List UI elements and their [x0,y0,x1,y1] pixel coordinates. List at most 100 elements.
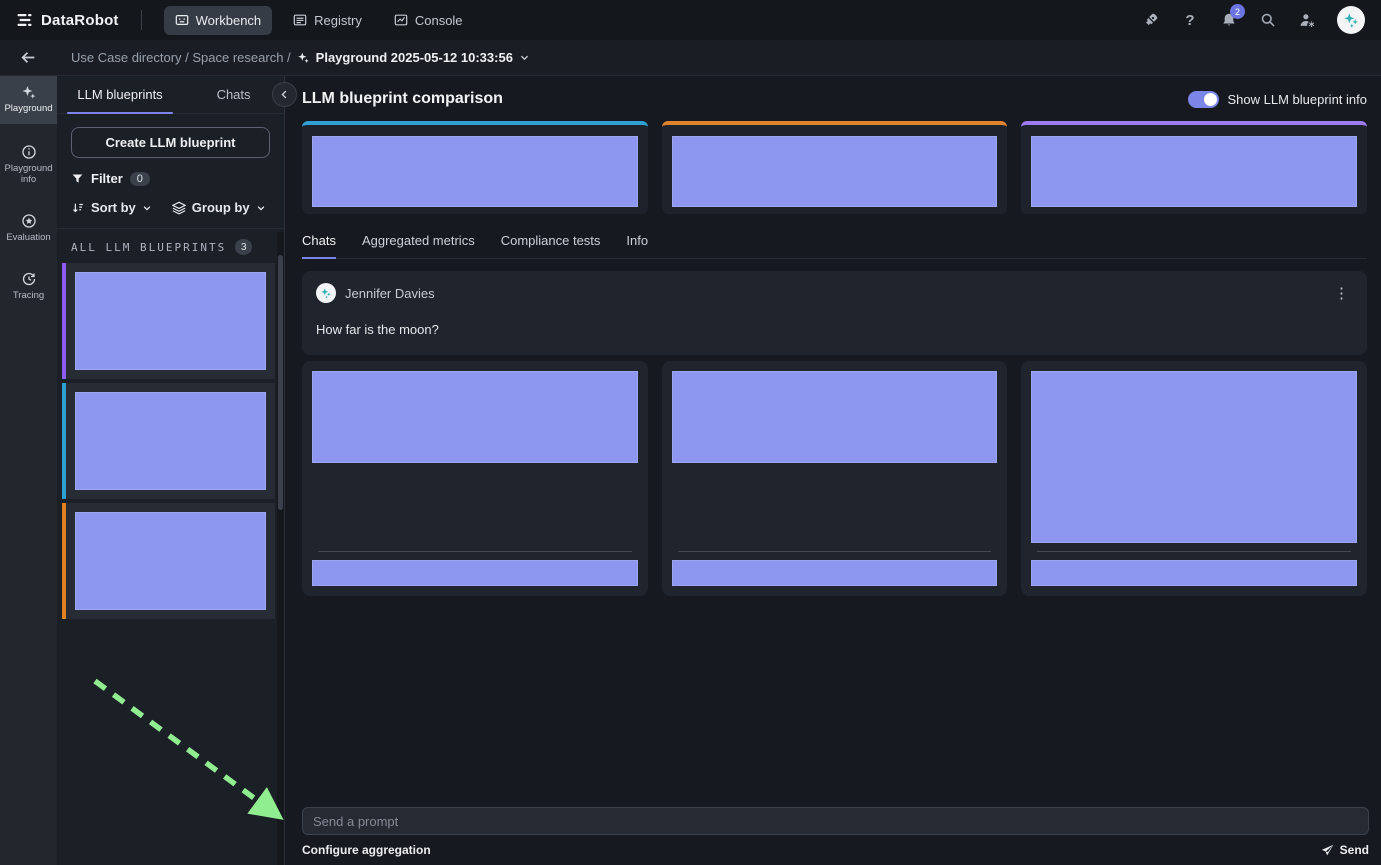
workbench-icon [175,13,189,27]
rail-item-evaluation[interactable]: Evaluation [0,205,57,253]
blueprint-card[interactable] [62,383,275,499]
chat-prompt-card: Jennifer Davies ⋮ How far is the moon? [302,271,1367,355]
configure-aggregation-link[interactable]: Configure aggregation [302,843,431,857]
sort-icon [71,201,85,215]
response-footer-placeholder [312,560,638,586]
brand-name: DataRobot [41,12,119,29]
notifications-bell-icon[interactable]: 2 [1220,11,1238,29]
chevron-down-icon [519,52,530,63]
sort-by-label: Sort by [91,200,136,215]
blueprint-info-placeholder [1031,136,1357,207]
datarobot-logo[interactable]: DataRobot [16,12,119,29]
layers-icon [172,201,186,215]
tab-compliance-tests[interactable]: Compliance tests [501,233,601,258]
send-button[interactable]: Send [1321,843,1369,857]
blueprint-info-placeholder [672,136,998,207]
chevron-down-icon [256,203,266,213]
page-title: LLM blueprint comparison [302,90,503,108]
show-blueprint-info-toggle-group[interactable]: Show LLM blueprint info [1188,91,1367,108]
send-prompt-input[interactable] [302,807,1369,835]
top-nav: DataRobot Workbench Registry [0,0,1381,40]
toggle-knob [1204,93,1217,106]
console-icon [394,13,408,27]
response-placeholder [312,371,638,463]
user-settings-icon[interactable] [1298,11,1316,29]
blueprint-thumbnail-placeholder [75,392,266,490]
show-blueprint-info-toggle[interactable] [1188,91,1219,108]
chevron-down-icon [142,203,152,213]
nav-item-workbench[interactable]: Workbench [164,6,273,35]
comparison-card[interactable] [1021,121,1367,214]
tab-chats[interactable]: Chats [302,233,336,259]
rail-item-tracing[interactable]: Tracing [0,263,57,311]
response-card[interactable] [302,361,648,596]
sort-by-button[interactable]: Sort by [71,200,152,215]
filter-funnel-icon [71,172,84,185]
tracing-history-icon [21,271,37,287]
sidebar-scrollbar-track [277,232,284,865]
nav-item-label: Workbench [196,13,262,28]
comparison-card[interactable] [302,121,648,214]
user-avatar[interactable] [1337,6,1365,34]
chat-options-kebab-icon[interactable]: ⋮ [1330,286,1353,301]
chat-message-text: How far is the moon? [316,322,1353,337]
help-icon[interactable]: ? [1181,11,1199,29]
main-tabs: Chats Aggregated metrics Compliance test… [302,233,1367,259]
sidebar-scrollbar-thumb[interactable] [278,255,283,510]
breadcrumb-current-label: Playground 2025-05-12 10:33:56 [316,50,513,65]
blueprints-section-header: ALL LLM BLUEPRINTS 3 [71,239,270,255]
tab-chats-sidebar[interactable]: Chats [183,76,284,113]
playground-sparkle-icon [297,51,310,64]
comparison-card-row [302,121,1367,214]
response-placeholder [672,371,998,463]
blueprint-list [62,263,275,619]
left-rail: Playground Playground info Evaluation [0,76,57,865]
sidebar-divider [57,228,284,229]
toggle-label: Show LLM blueprint info [1228,92,1367,107]
search-icon[interactable] [1259,11,1277,29]
response-footer-placeholder [1031,560,1357,586]
blueprint-card[interactable] [62,503,275,619]
blueprint-info-placeholder [312,136,638,207]
evaluation-star-icon [21,213,37,229]
blueprint-thumbnail-placeholder [75,512,266,610]
chat-user-avatar [316,283,336,303]
filter-count-badge: 0 [130,172,150,186]
breadcrumb-current[interactable]: Playground 2025-05-12 10:33:56 [297,50,530,65]
back-button[interactable] [0,49,57,66]
response-card[interactable] [662,361,1008,596]
launch-rocket-icon[interactable] [1142,11,1160,29]
main-panel: LLM blueprint comparison Show LLM bluepr… [285,76,1381,865]
blueprints-sidebar: LLM blueprints Chats Create LLM blueprin… [57,76,285,865]
nav-item-label: Console [415,13,463,28]
response-divider [678,551,992,552]
blueprint-card[interactable] [62,263,275,379]
response-placeholder [1031,371,1357,543]
nav-item-registry[interactable]: Registry [282,6,373,35]
sidebar-collapse-button[interactable] [272,82,297,107]
nav-item-console[interactable]: Console [383,6,474,35]
response-card[interactable] [1021,361,1367,596]
breadcrumb-path[interactable]: Use Case directory / Space research / [71,50,291,65]
send-button-label: Send [1340,843,1369,857]
rail-item-playground[interactable]: Playground [0,76,57,124]
comparison-card[interactable] [662,121,1008,214]
tab-llm-blueprints[interactable]: LLM blueprints [57,76,183,113]
rail-item-label: Playground [4,104,52,115]
chat-user-name: Jennifer Davies [345,286,435,301]
filter-label: Filter [91,171,123,186]
nav-item-label: Registry [314,13,362,28]
breadcrumb: Use Case directory / Space research / Pl… [71,50,530,65]
tab-aggregated-metrics[interactable]: Aggregated metrics [362,233,475,258]
playground-sparkles-icon [21,84,37,100]
group-by-label: Group by [192,200,250,215]
create-llm-blueprint-button[interactable]: Create LLM blueprint [71,127,270,158]
breadcrumb-bar: Use Case directory / Space research / Pl… [0,40,1381,76]
sidebar-tabs: LLM blueprints Chats [57,76,284,114]
group-by-button[interactable]: Group by [172,200,266,215]
filter-button[interactable]: Filter 0 [71,171,270,186]
nav-divider [141,10,142,30]
rail-item-playground-info[interactable]: Playground info [0,136,57,195]
tab-info[interactable]: Info [626,233,648,258]
notification-badge: 2 [1230,4,1245,19]
